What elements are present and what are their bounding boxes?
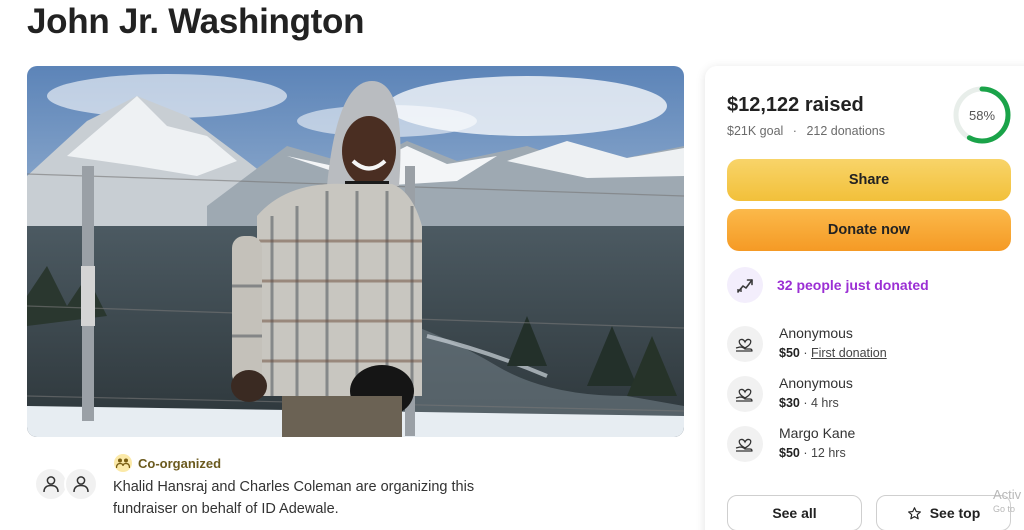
amount-raised: $12,122 raised — [727, 94, 864, 116]
organizer-avatar-2[interactable] — [64, 467, 98, 501]
see-all-button[interactable]: See all — [727, 495, 862, 530]
goal-summary: $21K goal · 212 donations — [727, 124, 885, 138]
donor-meta-separator: · — [799, 396, 811, 410]
hero-photo-illustration — [27, 66, 684, 437]
donation-heart-hand-icon — [727, 326, 763, 362]
organizer-avatars — [34, 467, 104, 503]
donor-item: Anonymous $50 · First donation — [727, 324, 887, 363]
donor-name: Anonymous — [779, 325, 853, 341]
see-all-label: See all — [772, 505, 817, 521]
see-top-label: See top — [929, 505, 981, 521]
donor-meta-separator: · — [799, 446, 811, 460]
donor-amount: $50 — [779, 346, 800, 360]
star-icon — [907, 506, 921, 519]
donation-count: 212 donations — [806, 124, 885, 138]
goal-separator: · — [792, 124, 797, 138]
goal-amount: $21K goal — [727, 124, 784, 138]
donor-meta-separator: · — [799, 346, 811, 360]
recent-donations-activity: 32 people just donated — [727, 267, 929, 303]
person-icon — [73, 476, 89, 493]
share-button[interactable]: Share — [727, 159, 1011, 201]
donor-meta: $50 · First donation — [779, 343, 887, 363]
organizer-avatar-1[interactable] — [34, 467, 68, 501]
donation-card: $12,122 raised $21K goal · 212 donations… — [705, 66, 1024, 530]
donor-meta: $30 · 4 hrs — [779, 393, 853, 413]
person-icon — [43, 476, 59, 493]
co-organizers-icon — [114, 454, 132, 472]
see-top-button[interactable]: See top — [876, 495, 1011, 530]
donor-amount: $50 — [779, 446, 800, 460]
first-donation-link[interactable]: First donation — [811, 346, 887, 360]
trending-up-icon — [727, 267, 763, 303]
organizers-section: Co-organized Khalid Hansraj and Charles … — [34, 450, 684, 530]
watermark-line-2: Go to — [993, 504, 1016, 514]
watermark-line-1: Activ — [993, 487, 1022, 502]
recent-donations-text: 32 people just donated — [777, 277, 929, 293]
donor-meta: $50 · 12 hrs — [779, 443, 855, 463]
donor-name: Anonymous — [779, 375, 853, 391]
donation-time: 4 hrs — [810, 396, 839, 410]
hero-photo[interactable] — [27, 66, 684, 437]
progress-percent: 58% — [968, 107, 996, 123]
page-title: John Jr. Washington — [27, 2, 365, 41]
donor-item: Anonymous $30 · 4 hrs — [727, 374, 853, 413]
donation-heart-hand-icon — [727, 426, 763, 462]
donation-heart-hand-icon — [727, 376, 763, 412]
co-organized-badge: Co-organized — [114, 454, 221, 472]
donate-now-button[interactable]: Donate now — [727, 209, 1011, 251]
co-organized-label: Co-organized — [138, 455, 222, 471]
organizers-description: Khalid Hansraj and Charles Coleman are o… — [113, 479, 475, 517]
donor-item: Margo Kane $50 · 12 hrs — [727, 424, 855, 463]
windows-activation-watermark: Activ Go to — [993, 488, 1021, 516]
donor-name: Margo Kane — [779, 425, 856, 441]
donation-time: 12 hrs — [810, 446, 846, 460]
donor-amount: $30 — [779, 396, 800, 410]
